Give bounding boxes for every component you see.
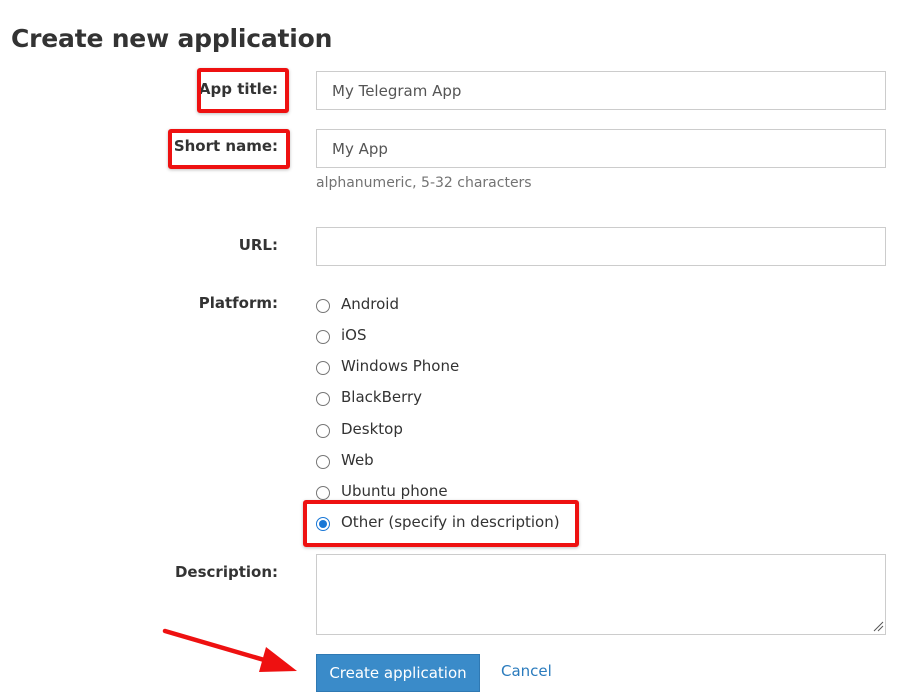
- radio-label: iOS: [341, 326, 367, 344]
- highlight-box-short-name: [168, 129, 290, 169]
- page-title: Create new application: [11, 24, 333, 53]
- url-label: URL:: [238, 236, 278, 254]
- platform-label: Platform:: [198, 294, 278, 312]
- radio-button[interactable]: [316, 424, 330, 438]
- platform-option-android[interactable]: Android: [316, 294, 399, 314]
- short-name-input[interactable]: [316, 129, 886, 168]
- platform-option-ubuntu-phone[interactable]: Ubuntu phone: [316, 481, 448, 501]
- resize-grip-icon[interactable]: [872, 620, 884, 632]
- platform-option-desktop[interactable]: Desktop: [316, 419, 403, 439]
- radio-button[interactable]: [316, 299, 330, 313]
- radio-button[interactable]: [316, 361, 330, 375]
- platform-option-windows-phone[interactable]: Windows Phone: [316, 356, 459, 376]
- description-label: Description:: [174, 563, 278, 581]
- annotation-arrow-icon: [162, 628, 297, 672]
- radio-label: Windows Phone: [341, 357, 460, 375]
- platform-option-blackberry[interactable]: BlackBerry: [316, 387, 422, 407]
- url-input[interactable]: [316, 227, 886, 266]
- radio-button[interactable]: [316, 392, 330, 406]
- radio-button[interactable]: [316, 330, 330, 344]
- platform-option-ios[interactable]: iOS: [316, 325, 367, 345]
- radio-label: Web: [341, 451, 374, 469]
- description-textarea[interactable]: [316, 554, 886, 635]
- short-name-help-text: alphanumeric, 5-32 characters: [316, 175, 532, 191]
- radio-label: BlackBerry: [341, 388, 423, 406]
- radio-button[interactable]: [316, 486, 330, 500]
- cancel-link[interactable]: Cancel: [501, 662, 552, 680]
- highlight-box-app-title: [197, 68, 289, 113]
- radio-label: Android: [341, 295, 399, 313]
- radio-button[interactable]: [316, 455, 330, 469]
- platform-option-web[interactable]: Web: [316, 450, 374, 470]
- create-application-button[interactable]: Create application: [316, 654, 480, 692]
- radio-label: Desktop: [341, 420, 403, 438]
- radio-label: Ubuntu phone: [341, 482, 448, 500]
- highlight-box-other-option: [303, 500, 579, 547]
- app-title-input[interactable]: [316, 71, 886, 110]
